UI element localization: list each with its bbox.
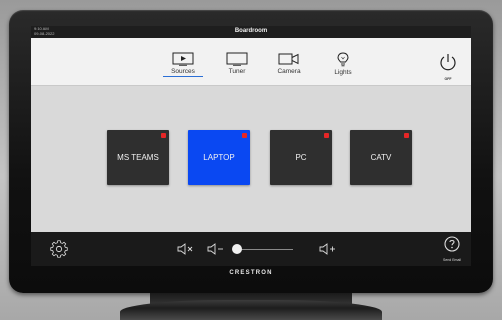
source-ms-teams[interactable]: MS TEAMS: [107, 130, 169, 185]
tab-lights[interactable]: Lights: [323, 52, 363, 82]
source-label: LAPTOP: [203, 153, 235, 162]
source-label: MS TEAMS: [117, 153, 159, 162]
help-icon[interactable]: [444, 236, 460, 252]
room-name: Boardroom: [234, 28, 268, 34]
tab-sources[interactable]: Sources: [163, 52, 203, 82]
volume-slider-track[interactable]: [239, 249, 293, 250]
tab-tuner[interactable]: Tuner: [217, 52, 257, 82]
status-indicator: [324, 133, 329, 138]
power-icon: [440, 54, 456, 71]
tab-sources-label: Sources: [163, 68, 203, 77]
power-label: OFF: [444, 77, 452, 81]
tab-lights-label: Lights: [334, 69, 352, 76]
status-indicator: [161, 133, 166, 138]
source-pc[interactable]: PC: [270, 130, 332, 185]
volume-down-icon[interactable]: [207, 243, 225, 255]
source-label: PC: [295, 153, 307, 162]
light-bulb-icon: [337, 52, 349, 67]
source-laptop[interactable]: LAPTOP: [188, 130, 250, 185]
nav-bar: Sources Tuner Camera Lights OFF: [31, 38, 471, 86]
video-camera-icon: [278, 53, 299, 65]
source-label: CATV: [370, 153, 392, 162]
brand-logo: CRESTRON: [229, 270, 273, 276]
volume-up-icon[interactable]: [319, 243, 337, 255]
volume-slider-handle[interactable]: [232, 244, 242, 254]
mute-icon[interactable]: [177, 243, 195, 255]
tab-tuner-label: Tuner: [228, 68, 246, 75]
touch-screen: 9:10 AM 09-08-2022 Boardroom Sources Tun…: [31, 26, 471, 266]
status-bar: 9:10 AM 09-08-2022 Boardroom: [31, 26, 471, 38]
stand-base: [120, 300, 382, 320]
source-catv[interactable]: CATV: [350, 130, 412, 185]
settings-gear-icon[interactable]: [50, 240, 68, 258]
status-indicator: [242, 133, 247, 138]
display-play-icon: [172, 52, 194, 66]
power-button[interactable]: OFF: [433, 52, 463, 82]
status-indicator: [404, 133, 409, 138]
help-label: Send Email: [443, 258, 461, 262]
bottom-bar: Send Email: [31, 232, 471, 266]
tv-monitor-icon: [226, 52, 248, 66]
tab-camera[interactable]: Camera: [269, 52, 309, 82]
tab-camera-label: Camera: [277, 68, 301, 75]
